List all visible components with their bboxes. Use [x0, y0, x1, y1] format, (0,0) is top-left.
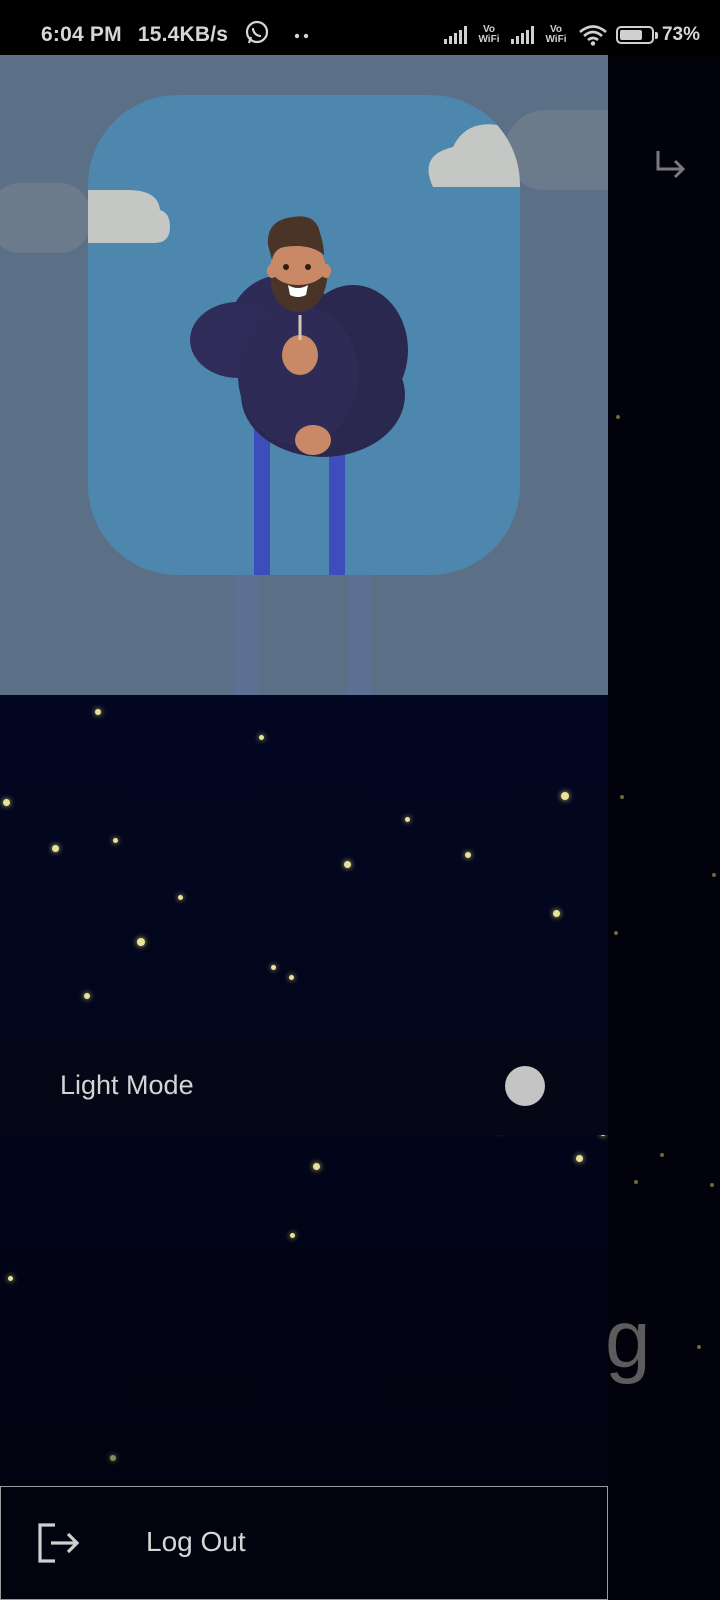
whatsapp-icon [246, 20, 269, 44]
star [290, 1233, 295, 1238]
status-bar: 6:04 PM 15.4KB/s Vo WiFi Vo WiFi 73% [0, 0, 720, 55]
back-arrow-icon[interactable] [652, 147, 688, 183]
signal-2-icon [510, 26, 534, 44]
star [113, 838, 118, 843]
star [84, 993, 90, 999]
theme-toggle-row[interactable]: Light Mode [0, 1040, 608, 1135]
star [178, 895, 183, 900]
battery-percent: 73% [661, 24, 700, 45]
dots-icon [295, 33, 309, 39]
star [8, 1276, 13, 1281]
toggle-label: Light Mode [60, 1070, 194, 1100]
logout-button[interactable]: Log Out [0, 1486, 608, 1600]
star [313, 1163, 320, 1170]
profile-avatar[interactable] [88, 95, 520, 575]
vowifi-1-label: Vo WiFi [478, 24, 500, 45]
status-time: 6:04 PM [41, 23, 122, 46]
bearded-man-illustration [88, 124, 520, 575]
background-text: g [605, 1294, 651, 1385]
logout-label: Log Out [146, 1526, 246, 1557]
star [561, 792, 569, 800]
navigation-drawer: Light Mode Log Out [0, 55, 608, 1600]
leg-shadow [234, 575, 258, 695]
logout-icon [38, 1523, 80, 1563]
star [110, 1455, 116, 1461]
star [259, 735, 264, 740]
star [95, 709, 101, 715]
vowifi-2-label: Vo WiFi [545, 24, 567, 45]
star [697, 1345, 701, 1349]
star [710, 1183, 714, 1187]
network-speed: 15.4KB/s [137, 23, 229, 46]
leg-shadow [347, 575, 371, 695]
wifi-icon [579, 25, 607, 46]
star [137, 938, 145, 946]
star [553, 910, 560, 917]
star [620, 795, 624, 799]
star [660, 1153, 664, 1157]
signal-1-icon [443, 26, 467, 44]
star [344, 861, 351, 868]
star [614, 931, 618, 935]
star [271, 965, 276, 970]
star [3, 799, 10, 806]
star [405, 817, 410, 822]
battery-fill [619, 30, 642, 40]
app-screen: 6:04 PM 15.4KB/s Vo WiFi Vo WiFi 73% g L… [0, 0, 720, 1600]
star [289, 975, 294, 980]
cloud [505, 110, 608, 190]
status-left: 6:04 PM 15.4KB/s [41, 20, 314, 47]
light-mode-switch[interactable] [505, 1066, 545, 1106]
star [465, 852, 471, 858]
star [576, 1155, 583, 1162]
status-right: Vo WiFi Vo WiFi 73% [443, 20, 700, 50]
drawer-header [0, 55, 608, 695]
star [712, 873, 716, 877]
battery-icon [615, 26, 658, 44]
star [52, 845, 59, 852]
star [634, 1180, 638, 1184]
cloud [0, 183, 90, 253]
star [616, 415, 620, 419]
